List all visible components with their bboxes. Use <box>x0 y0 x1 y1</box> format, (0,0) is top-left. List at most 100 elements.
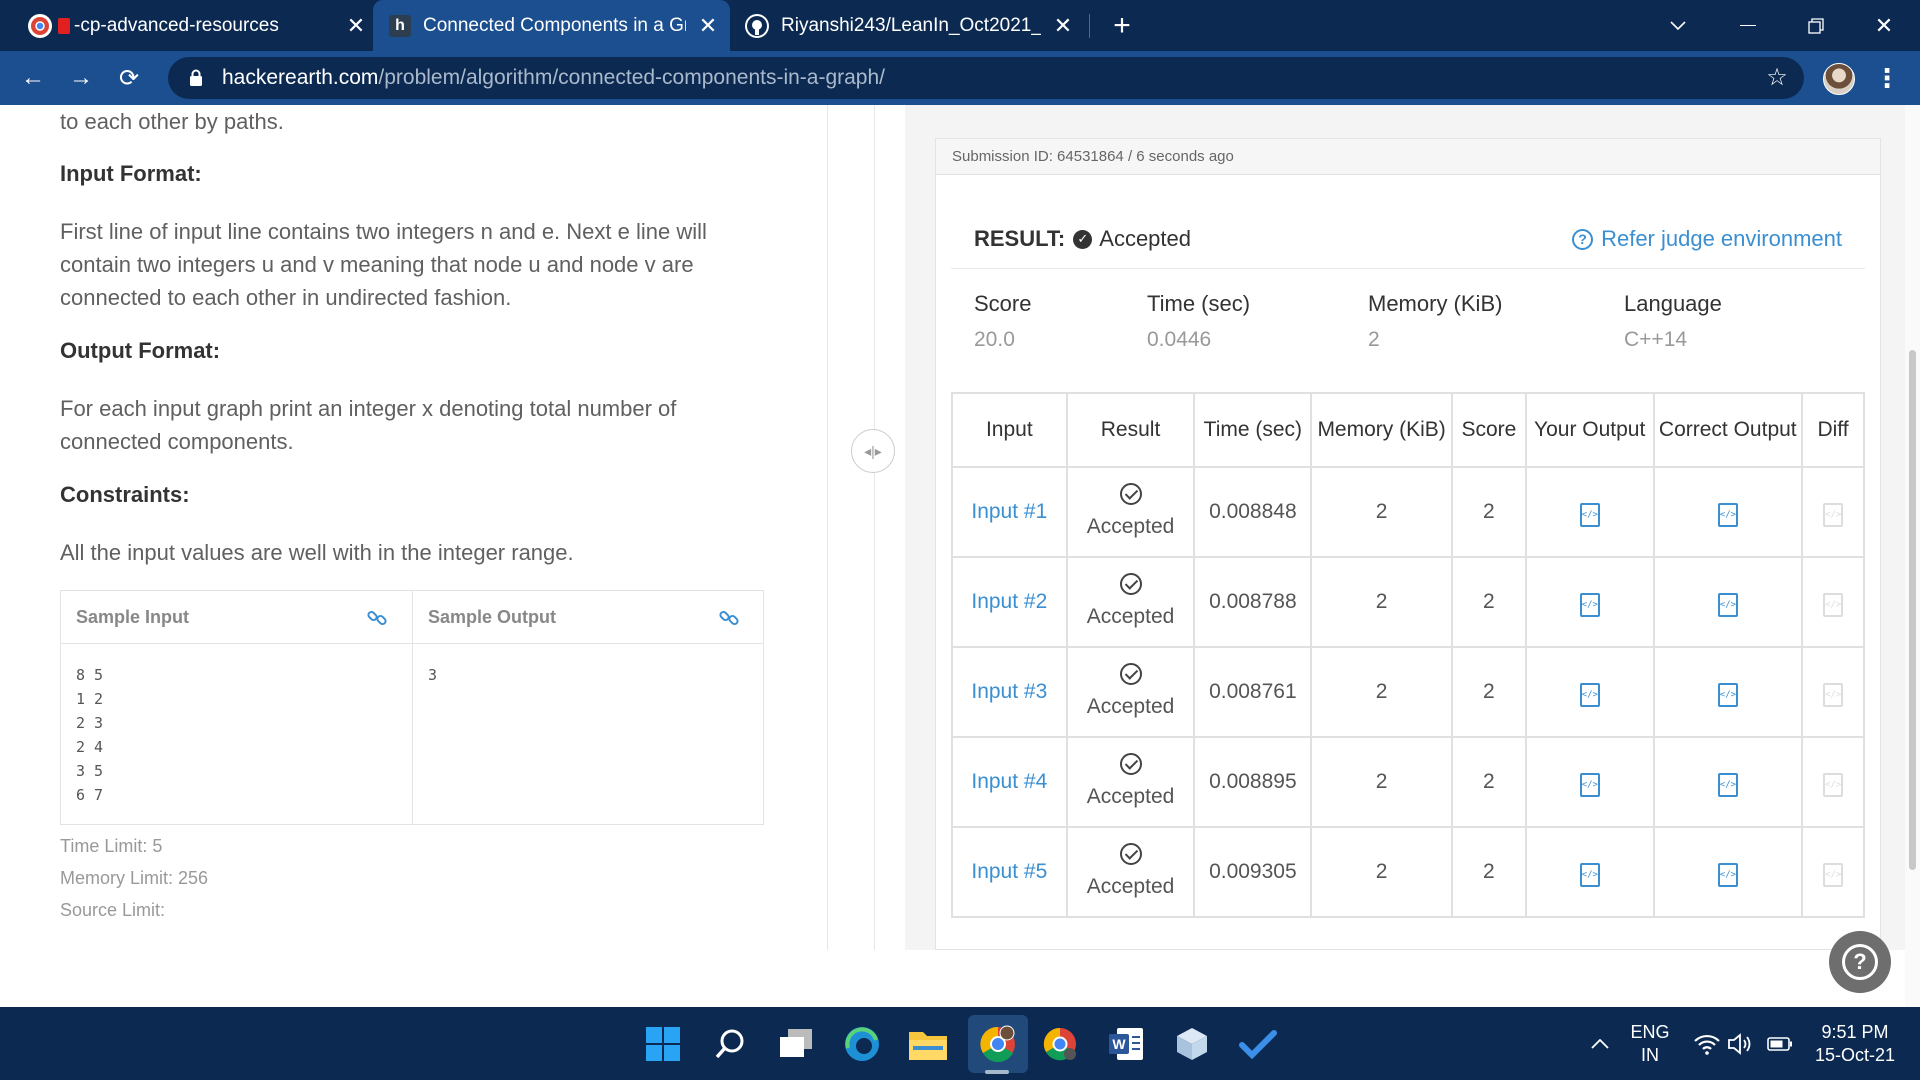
diff-cell: </> <box>1801 736 1865 828</box>
memory-cell: 2 <box>1310 646 1453 738</box>
input-label[interactable]: Input #5 <box>971 860 1047 883</box>
tab-connected-components[interactable]: h Connected Components in a Grap ✕ <box>373 0 730 51</box>
browser-toolbar: ← → ⟳ hackerearth.com/problem/algorithm/… <box>0 51 1920 105</box>
scrollbar-thumb[interactable] <box>1909 350 1916 870</box>
result-label: RESULT: <box>974 226 1066 251</box>
table-row: Input #3 Accepted 0.008761 2 2 </> </> <… <box>951 646 1865 738</box>
memory-limit: Memory Limit: 256 <box>60 868 209 888</box>
code-file-icon[interactable]: </> <box>1717 863 1738 887</box>
input-link[interactable]: Input #1 <box>951 466 1068 558</box>
input-language[interactable]: ENG IN <box>1625 1021 1675 1067</box>
output-format-heading: Output Format: <box>60 338 221 363</box>
lock-icon[interactable] <box>182 64 210 92</box>
hackerearth-icon: h <box>389 14 411 37</box>
memory-cell: 2 <box>1310 466 1453 558</box>
tab-search-chevron-icon[interactable] <box>1648 0 1708 51</box>
restore-button[interactable] <box>1786 0 1846 51</box>
code-file-icon[interactable]: </> <box>1579 773 1600 797</box>
chrome-profile-icon <box>28 13 52 38</box>
check-circle-icon <box>1119 483 1142 505</box>
help-button[interactable]: ? <box>1829 931 1891 993</box>
volume-icon[interactable] <box>1718 1022 1762 1066</box>
show-hidden-icons-chevron-icon[interactable] <box>1578 1022 1622 1066</box>
score-cell: 2 <box>1450 826 1527 918</box>
url-path: /problem/algorithm/connected-components-… <box>378 66 886 89</box>
your-output-cell: </> <box>1524 736 1655 828</box>
table-row: Input #1 Accepted 0.008848 2 2 </> </> <… <box>951 466 1865 558</box>
refer-judge-environment-link[interactable]: ? Refer judge environment <box>1572 226 1842 252</box>
stat-time: Time (sec) 0.0446 <box>1147 291 1250 352</box>
panel-splitter[interactable] <box>827 105 875 950</box>
code-file-icon[interactable]: </> <box>1579 863 1600 887</box>
battery-icon[interactable] <box>1758 1022 1802 1066</box>
input-label[interactable]: Input #3 <box>971 680 1047 703</box>
score-cell: 2 <box>1450 466 1527 558</box>
new-tab-button[interactable]: + <box>1092 0 1152 51</box>
your-output-cell: </> <box>1524 556 1655 648</box>
todo-check-icon[interactable] <box>1236 1022 1280 1066</box>
sample-output-label: Sample Output <box>428 606 557 627</box>
code-file-icon[interactable]: </> <box>1579 683 1600 707</box>
browser-menu-icon[interactable]: ⋮ <box>1872 61 1902 95</box>
word-icon[interactable]: W <box>1104 1022 1148 1066</box>
result-summary: RESULT: ✓ Accepted <box>974 226 1191 252</box>
problem-intro-tail: to each other by paths. <box>60 109 284 134</box>
file-explorer-icon[interactable] <box>906 1022 950 1066</box>
edge-browser-icon[interactable] <box>840 1022 884 1066</box>
code-file-icon[interactable]: </> <box>1717 683 1738 707</box>
code-file-icon[interactable]: </> <box>1717 503 1738 527</box>
result-cell: Accepted <box>1065 646 1196 738</box>
input-link[interactable]: Input #5 <box>951 826 1068 918</box>
input-label[interactable]: Input #2 <box>971 590 1047 613</box>
stat-label: Memory (KiB) <box>1368 291 1503 316</box>
col-header-time: Time (sec) <box>1193 392 1313 468</box>
input-link[interactable]: Input #3 <box>951 646 1068 738</box>
close-window-button[interactable]: ✕ <box>1854 0 1914 51</box>
input-label[interactable]: Input #4 <box>971 770 1047 793</box>
your-output-cell: </> <box>1524 826 1655 918</box>
close-tab-icon[interactable]: ✕ <box>696 13 720 38</box>
code-file-icon[interactable]: </> <box>1717 593 1738 617</box>
back-arrow-icon[interactable]: ← <box>16 61 50 95</box>
minimize-button[interactable] <box>1718 0 1778 51</box>
resize-handle-icon[interactable]: ◂|▸ <box>851 429 895 473</box>
code-file-icon[interactable]: </> <box>1579 593 1600 617</box>
chrome-profile-icon[interactable] <box>976 1022 1020 1066</box>
input-link[interactable]: Input #4 <box>951 736 1068 828</box>
address-bar[interactable]: hackerearth.com/problem/algorithm/connec… <box>168 57 1804 99</box>
chrome-icon[interactable] <box>1038 1022 1082 1066</box>
correct-output-cell: </> <box>1652 466 1804 558</box>
profile-avatar[interactable] <box>1823 63 1855 95</box>
close-tab-icon[interactable]: ✕ <box>1051 13 1075 38</box>
url-text[interactable]: hackerearth.com/problem/algorithm/connec… <box>222 66 885 90</box>
copy-link-icon[interactable] <box>718 607 740 629</box>
constraints-text: All the input values are well with in th… <box>60 540 574 565</box>
problem-statement-panel: to each other by paths. Input Format: Fi… <box>0 105 826 955</box>
tab-github-repo[interactable]: Riyanshi243/LeanIn_Oct2021_Adv ✕ <box>745 0 1075 51</box>
github-icon <box>745 13 769 38</box>
sample-io-box: Sample Input Sample Output 8 5 1 2 2 3 2… <box>60 590 764 825</box>
bookmark-star-icon[interactable]: ☆ <box>1764 65 1790 91</box>
code-file-icon[interactable]: </> <box>1579 503 1600 527</box>
task-view-icon[interactable] <box>774 1022 818 1066</box>
search-icon[interactable] <box>708 1022 752 1066</box>
code-file-icon[interactable]: </> <box>1717 773 1738 797</box>
correct-output-cell: </> <box>1652 826 1804 918</box>
close-tab-icon[interactable]: ✕ <box>344 13 368 38</box>
clock[interactable]: 9:51 PM 15-Oct-21 <box>1800 1021 1910 1067</box>
tab-title: -cp-advanced-resources <box>74 14 279 36</box>
stat-value: 20.0 <box>974 328 1015 351</box>
result-text: Accepted <box>1086 605 1175 628</box>
output-format-text: For each input graph print an integer x … <box>60 396 677 454</box>
3d-box-icon[interactable] <box>1170 1022 1214 1066</box>
windows-start-icon[interactable] <box>641 1022 685 1066</box>
reload-icon[interactable]: ⟳ <box>112 61 146 95</box>
score-cell: 2 <box>1450 736 1527 828</box>
result-text: Accepted <box>1086 695 1175 718</box>
copy-link-icon[interactable] <box>366 607 388 629</box>
tab-cp-advanced-resources[interactable]: -cp-advanced-resources ✕ <box>28 0 368 51</box>
result-text: Accepted <box>1086 875 1175 898</box>
input-label[interactable]: Input #1 <box>971 500 1047 523</box>
forward-arrow-icon[interactable]: → <box>64 61 98 95</box>
input-link[interactable]: Input #2 <box>951 556 1068 648</box>
